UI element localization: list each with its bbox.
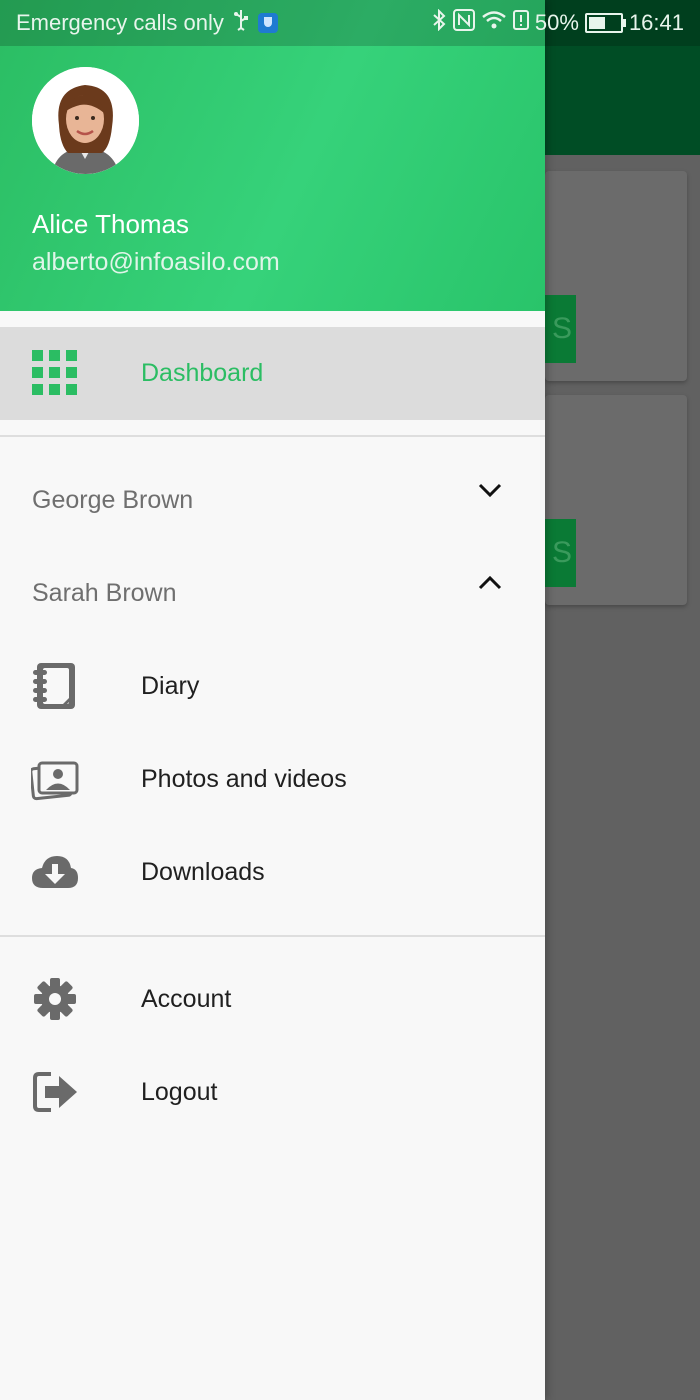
wifi-icon — [481, 9, 507, 37]
nav-item-logout[interactable]: Logout — [0, 1046, 545, 1139]
group-label: George Brown — [32, 486, 194, 514]
battery-icon — [584, 13, 626, 33]
grid-icon — [31, 349, 79, 397]
nav-item-dashboard[interactable]: Dashboard — [0, 327, 545, 420]
drawer-header: Alice Thomas alberto@infoasilo.com — [0, 0, 545, 311]
user-email: alberto@infoasilo.com — [32, 248, 280, 276]
group-sarah-brown[interactable]: Sarah Brown — [0, 547, 545, 640]
background-card-button: S — [545, 295, 576, 363]
chevron-up-icon[interactable] — [476, 569, 504, 597]
nav-item-account[interactable]: Account — [0, 953, 545, 1046]
chevron-down-icon[interactable] — [476, 476, 504, 504]
group-label: Sarah Brown — [32, 579, 177, 607]
nfc-icon — [452, 9, 475, 37]
divider — [0, 935, 545, 937]
diary-icon — [31, 662, 79, 710]
gear-icon — [31, 975, 79, 1023]
nav-item-photos-and-videos[interactable]: Photos and videos — [0, 733, 545, 826]
clock: 16:41 — [628, 10, 684, 35]
divider — [0, 435, 545, 437]
nav-item-label: Dashboard — [141, 359, 264, 387]
nav-item-label: Downloads — [141, 858, 265, 886]
photos-icon — [29, 755, 79, 803]
status-bar: Emergency calls only 50% 16:41 — [0, 0, 700, 46]
user-name: Alice Thomas — [32, 209, 190, 239]
background-card: S — [545, 395, 687, 605]
background-card-button: S — [545, 519, 576, 587]
carrier-text: Emergency calls only — [16, 10, 224, 35]
nav-item-label: Account — [141, 985, 232, 1013]
usb-icon — [232, 9, 250, 37]
phone-alert-icon — [512, 9, 529, 37]
avatar[interactable] — [32, 67, 139, 174]
shield-icon — [257, 13, 278, 33]
background-card: S — [545, 171, 687, 381]
nav-item-label: Diary — [141, 672, 200, 700]
cloud-download-icon — [31, 848, 79, 896]
bluetooth-icon — [431, 8, 447, 37]
logout-icon — [31, 1068, 79, 1116]
nav-item-downloads[interactable]: Downloads — [0, 826, 545, 919]
nav-item-label: Logout — [141, 1078, 218, 1106]
navigation-drawer: Alice Thomas alberto@infoasilo.com Dashb… — [0, 0, 545, 1400]
group-george-brown[interactable]: George Brown — [0, 454, 545, 547]
battery-percent: 50% — [534, 10, 579, 35]
nav-item-label: Photos and videos — [141, 765, 347, 793]
nav-item-diary[interactable]: Diary — [0, 640, 545, 733]
